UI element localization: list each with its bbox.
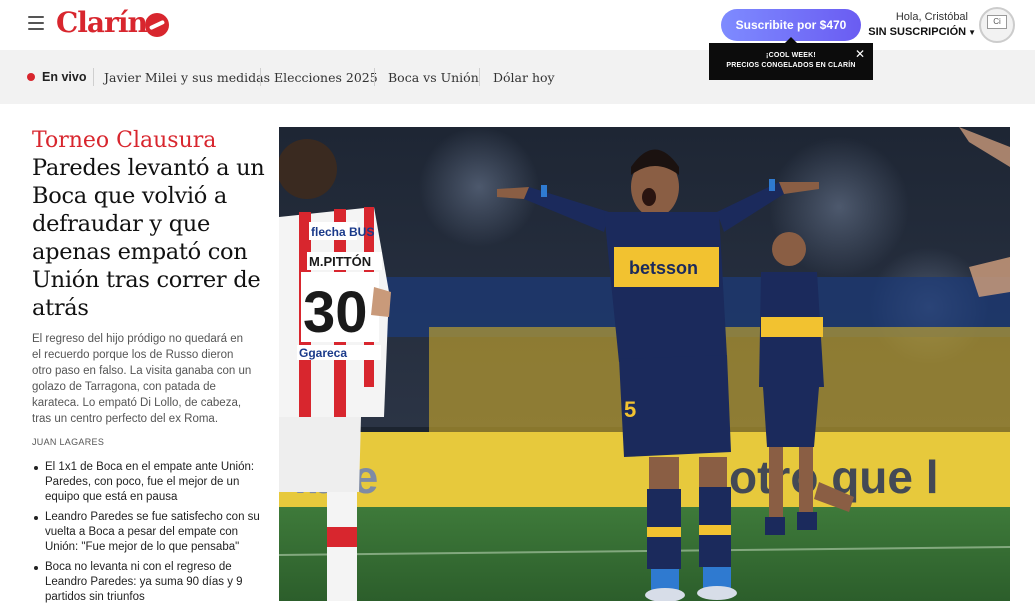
hero-photo-illustration: ibre otro que l flecha BUS [279,127,1010,601]
section-tag[interactable]: Torneo Clausura [32,128,216,153]
nav-divider [479,68,480,86]
related-link[interactable]: Leandro Paredes se fue satisfecho con su… [32,510,262,555]
nav-divider [260,68,261,86]
hero-photo[interactable]: ibre otro que l flecha BUS [279,127,1010,601]
promo-tooltip: ¡COOL WEEK! PRECIOS CONGELADOS EN CLARÍN… [709,37,873,80]
site-header: Clarín Suscribite por $470 Hola, Cristób… [0,0,1035,50]
union-player-number: 30 [303,280,368,345]
nav-item-elecciones[interactable]: Elecciones 2025 [274,70,378,85]
live-dot-icon [27,73,35,81]
related-list: El 1x1 de Boca en el empate ante Unión: … [32,460,262,610]
close-icon[interactable]: ✕ [855,47,865,61]
union-sponsor-bottom: Ggareca [299,346,347,360]
related-link[interactable]: El 1x1 de Boca en el empate ante Unión: … [32,460,262,505]
logo-mark-icon [145,13,169,37]
menu-icon[interactable] [28,16,44,30]
promo-subtitle: PRECIOS CONGELADOS EN CLARÍN [726,62,856,69]
subscription-status-dropdown[interactable]: SIN SUSCRIPCIÓN ▼ [866,26,976,38]
nav-item-dolar[interactable]: Dólar hoy [493,70,555,85]
avatar[interactable]: Ci [979,7,1015,43]
related-link[interactable]: Boca no levanta ni con el regreso de Lea… [32,560,262,605]
main-player-number: 5 [624,397,636,422]
article-author[interactable]: JUAN LAGARES [32,437,104,447]
topics-nav: En vivo Javier Milei y sus medidas Elecc… [0,50,1035,104]
caret-down-icon: ▼ [968,28,976,37]
user-greeting: Hola, Cristóbal [895,11,968,23]
site-logo[interactable]: Clarín [56,6,148,39]
union-player-name: M.PITTÓN [309,254,371,269]
union-sponsor-top: flecha BUS [311,225,374,239]
nav-item-boca-union[interactable]: Boca vs Unión [388,70,479,85]
nav-item-milei[interactable]: Javier Milei y sus medidas [104,70,270,85]
promo-title: ¡COOL WEEK! [766,52,816,59]
article-headline[interactable]: Paredes levantó a un Boca que volvió a d… [32,154,272,322]
avatar-broken-image-icon: Ci [987,15,1007,29]
main-player-sponsor: betsson [629,258,698,278]
nav-divider [93,68,94,86]
nav-divider [374,68,375,86]
nav-item-live[interactable]: En vivo [42,70,86,84]
subscription-status-label: SIN SUSCRIPCIÓN [868,26,967,38]
article-summary: El regreso del hijo pródigo no quedará e… [32,333,252,425]
